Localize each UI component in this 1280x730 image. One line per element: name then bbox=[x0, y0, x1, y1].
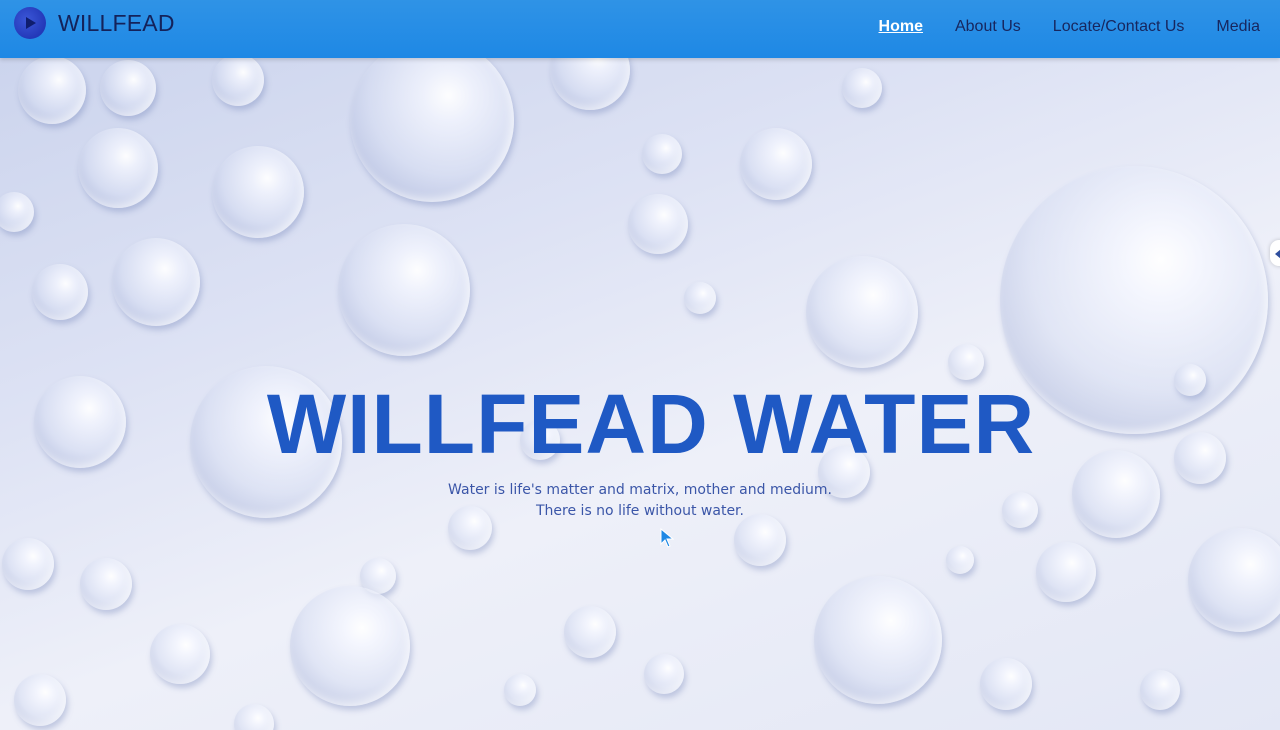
water-droplet bbox=[2, 538, 54, 590]
hero-tagline: Water is life's matter and matrix, mothe… bbox=[0, 480, 1280, 522]
water-droplet bbox=[78, 128, 158, 208]
water-droplet bbox=[100, 60, 156, 116]
water-droplet bbox=[1188, 528, 1280, 632]
water-droplet bbox=[842, 68, 882, 108]
water-droplet bbox=[806, 256, 918, 368]
hero-tagline-line-2: There is no life without water. bbox=[536, 503, 744, 519]
water-droplet bbox=[350, 38, 514, 202]
water-droplet bbox=[290, 586, 410, 706]
play-circle-icon bbox=[14, 7, 46, 39]
water-droplet bbox=[644, 654, 684, 694]
nav-link-media[interactable]: Media bbox=[1216, 18, 1260, 36]
water-droplet bbox=[814, 576, 942, 704]
nav-link-about-us[interactable]: About Us bbox=[955, 18, 1021, 36]
hero-title: WILLFEAD WATER bbox=[266, 377, 1036, 471]
water-droplet bbox=[0, 192, 34, 232]
water-droplet bbox=[234, 704, 274, 730]
water-droplet bbox=[32, 264, 88, 320]
nav-link-locate-contact-us[interactable]: Locate/Contact Us bbox=[1053, 18, 1185, 36]
water-droplet bbox=[1036, 542, 1096, 602]
water-droplet bbox=[980, 658, 1032, 710]
water-droplet bbox=[948, 344, 984, 380]
water-droplet bbox=[628, 194, 688, 254]
water-droplet bbox=[18, 56, 86, 124]
water-droplets-background bbox=[0, 0, 1280, 730]
water-droplet bbox=[212, 54, 264, 106]
water-droplet bbox=[212, 146, 304, 238]
hero-section: WILLFEAD WATER Water is life's matter an… bbox=[0, 376, 1280, 522]
brand[interactable]: WILLFEAD bbox=[14, 6, 175, 40]
mouse-pointer-icon bbox=[660, 527, 675, 552]
chevron-left-icon bbox=[1274, 244, 1280, 263]
water-droplet bbox=[150, 624, 210, 684]
water-droplet bbox=[946, 546, 974, 574]
side-tab[interactable] bbox=[1270, 240, 1280, 266]
water-droplet bbox=[564, 606, 616, 658]
water-droplet bbox=[112, 238, 200, 326]
water-droplet bbox=[740, 128, 812, 200]
brand-name: WILLFEAD bbox=[58, 9, 175, 36]
page: WILLFEAD Home About Us Locate/Contact Us… bbox=[0, 0, 1280, 730]
water-droplet bbox=[14, 674, 66, 726]
navbar: WILLFEAD Home About Us Locate/Contact Us… bbox=[0, 0, 1280, 58]
water-droplet bbox=[504, 674, 536, 706]
water-droplet bbox=[80, 558, 132, 610]
hero-tagline-line-1: Water is life's matter and matrix, mothe… bbox=[448, 482, 832, 498]
nav-menu: Home About Us Locate/Contact Us Media bbox=[879, 18, 1260, 36]
water-droplet bbox=[642, 134, 682, 174]
water-droplet bbox=[338, 224, 470, 356]
nav-link-home[interactable]: Home bbox=[879, 18, 923, 36]
water-droplet bbox=[1140, 670, 1180, 710]
water-droplet bbox=[684, 282, 716, 314]
